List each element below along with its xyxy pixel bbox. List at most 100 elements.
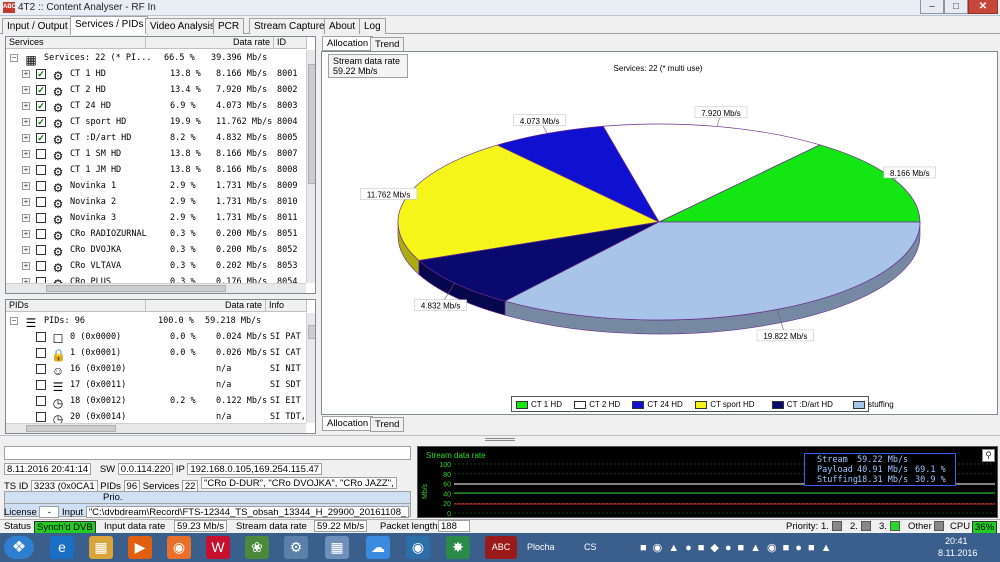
service-checkbox[interactable] xyxy=(36,229,46,239)
expand-icon[interactable]: + xyxy=(22,70,30,78)
expand-icon[interactable]: + xyxy=(22,246,30,254)
expand-icon[interactable]: + xyxy=(22,118,30,126)
pids-root-row[interactable]: − ☰ PIDs: 96 100.0 % 59.218 Mb/s xyxy=(6,313,306,330)
clock-date[interactable]: 8.11.2016 xyxy=(938,548,977,558)
pid-checkbox[interactable] xyxy=(36,412,46,422)
calculator-icon[interactable]: ▦ xyxy=(325,536,349,559)
tray-icons[interactable]: ■◉▲●■◆●■▲◉■●■▲ xyxy=(640,541,920,555)
pids-col-info[interactable]: Info xyxy=(266,300,307,312)
expand-icon[interactable]: + xyxy=(22,134,30,142)
pid-checkbox[interactable] xyxy=(36,396,46,406)
pid-row[interactable]: ◷ 20 (0x0014) n/a SI TDT, xyxy=(6,409,306,423)
collapse-icon[interactable]: − xyxy=(10,317,18,325)
pid-row[interactable]: 🔒 1 (0x0001) 0.0 % 0.026 Mb/s SI CAT xyxy=(6,345,306,362)
tab-pcr[interactable]: PCR xyxy=(213,18,245,34)
expand-icon[interactable]: + xyxy=(22,262,30,270)
service-checkbox[interactable] xyxy=(36,261,46,271)
service-row[interactable]: + ⚙ CRo RADIOZURNAL 0.3 % 0.200 Mb/s 8051 xyxy=(6,226,306,243)
tab-trend-top[interactable]: Trend xyxy=(370,37,405,52)
service-row[interactable]: + ✓ ⚙ CT sport HD 19.9 % 11.762 Mb/s 8004 xyxy=(6,114,306,131)
services-hscroll[interactable] xyxy=(6,283,306,293)
expand-icon[interactable]: + xyxy=(22,166,30,174)
service-row[interactable]: + ⚙ CRo DVOJKA 0.3 % 0.200 Mb/s 8052 xyxy=(6,242,306,259)
pids-col-rate[interactable]: Data rate xyxy=(146,300,266,312)
expand-icon[interactable]: + xyxy=(22,182,30,190)
network-app-icon[interactable]: ✸ xyxy=(446,536,470,559)
language-indicator[interactable]: CS xyxy=(584,542,597,552)
tab-allocation-top[interactable]: Allocation xyxy=(322,36,374,51)
pid-row[interactable]: ☰ 17 (0x0011) n/a SI SDT xyxy=(6,377,306,394)
pid-checkbox[interactable] xyxy=(36,348,46,358)
service-row[interactable]: + ⚙ Novinka 2 2.9 % 1.731 Mb/s 8010 xyxy=(6,194,306,211)
service-checkbox[interactable]: ✓ xyxy=(36,101,46,111)
expand-icon[interactable]: + xyxy=(22,198,30,206)
service-checkbox[interactable]: ✓ xyxy=(36,85,46,95)
clock-time[interactable]: 20:41 xyxy=(945,536,968,546)
service-checkbox[interactable]: ✓ xyxy=(36,117,46,127)
splitter[interactable] xyxy=(0,435,1000,444)
minimize-button[interactable]: – xyxy=(920,0,944,14)
pid-row[interactable]: ☺ 16 (0x0010) n/a SI NIT xyxy=(6,361,306,378)
services-vscroll[interactable] xyxy=(306,50,315,283)
tab-services-pids[interactable]: Services / PIDs xyxy=(70,16,149,35)
maximize-button[interactable]: □ xyxy=(944,0,968,14)
services-col-id[interactable]: ID xyxy=(274,37,307,49)
expand-icon[interactable]: + xyxy=(22,86,30,94)
service-row[interactable]: + ⚙ CRo VLTAVA 0.3 % 0.202 Mb/s 8053 xyxy=(6,258,306,275)
media-player-icon[interactable]: ▶ xyxy=(128,536,152,559)
service-row[interactable]: + ✓ ⚙ CT 2 HD 13.4 % 7.920 Mb/s 8002 xyxy=(6,82,306,99)
expand-icon[interactable]: + xyxy=(22,214,30,222)
pid-checkbox[interactable] xyxy=(36,332,46,342)
close-button[interactable]: ✕ xyxy=(968,0,998,14)
expand-icon[interactable]: + xyxy=(22,102,30,110)
service-checkbox[interactable] xyxy=(36,149,46,159)
tab-input-output[interactable]: Input / Output xyxy=(2,18,73,34)
tab-stream-capture[interactable]: Stream Capture xyxy=(249,18,330,34)
start-button[interactable]: ❖ xyxy=(4,536,34,559)
service-row[interactable]: +⚙CRo PLUS0.3 %0.176 Mb/s8054 xyxy=(6,274,306,283)
firefox-icon[interactable]: ◉ xyxy=(167,536,191,559)
tools-icon[interactable]: ⚙ xyxy=(284,536,308,559)
abc-app-icon[interactable]: ABC xyxy=(485,536,517,559)
tab-video-analysis[interactable]: Video Analysis xyxy=(145,18,220,34)
cloud-icon[interactable]: ☁ xyxy=(366,536,390,559)
tab-trend-bottom[interactable]: Trend xyxy=(370,417,405,432)
paint-icon[interactable]: ❀ xyxy=(245,536,269,559)
service-checkbox[interactable] xyxy=(36,245,46,255)
expand-icon[interactable]: + xyxy=(22,150,30,158)
service-checkbox[interactable]: ✓ xyxy=(36,133,46,143)
pid-checkbox[interactable] xyxy=(36,364,46,374)
services-col-name[interactable]: Services xyxy=(6,37,146,49)
media-icon[interactable]: ◉ xyxy=(406,536,430,559)
pid-checkbox[interactable] xyxy=(36,380,46,390)
services-col-rate[interactable]: Data rate xyxy=(146,37,274,49)
service-checkbox[interactable] xyxy=(36,213,46,223)
pids-col-name[interactable]: PIDs xyxy=(6,300,146,312)
service-checkbox[interactable]: ✓ xyxy=(36,69,46,79)
service-checkbox[interactable] xyxy=(36,181,46,191)
service-checkbox[interactable] xyxy=(36,197,46,207)
plocha-label[interactable]: Plocha xyxy=(527,542,555,552)
pid-row[interactable]: ◷ 18 (0x0012) 0.2 % 0.122 Mb/s SI EIT xyxy=(6,393,306,410)
web-icon[interactable]: W xyxy=(206,536,230,559)
service-row[interactable]: + ⚙ CT 1 SM HD 13.8 % 8.166 Mb/s 8007 xyxy=(6,146,306,163)
tab-log[interactable]: Log xyxy=(359,18,386,34)
ie-icon[interactable]: e xyxy=(50,536,74,559)
services-root-row[interactable]: − ▦ Services: 22 (* PI... 66.5 % 39.396 Mb/s xyxy=(6,50,306,67)
service-row[interactable]: + ⚙ Novinka 3 2.9 % 1.731 Mb/s 8011 xyxy=(6,210,306,227)
expand-icon[interactable]: + xyxy=(22,230,30,238)
service-row[interactable]: + ✓ ⚙ CT :D/art HD 8.2 % 4.832 Mb/s 8005 xyxy=(6,130,306,147)
pids-hscroll[interactable] xyxy=(6,423,306,433)
service-row[interactable]: + ✓ ⚙ CT 1 HD 13.8 % 8.166 Mb/s 8001 xyxy=(6,66,306,83)
tab-allocation-bottom[interactable]: Allocation xyxy=(322,416,374,431)
service-row[interactable]: + ⚙ Novinka 1 2.9 % 1.731 Mb/s 8009 xyxy=(6,178,306,195)
service-checkbox[interactable] xyxy=(36,165,46,175)
collapse-icon[interactable]: − xyxy=(10,54,18,62)
tab-about[interactable]: About xyxy=(324,18,361,34)
service-row[interactable]: + ⚙ CT 1 JM HD 13.8 % 8.166 Mb/s 8008 xyxy=(6,162,306,179)
pid-row[interactable]: ☐ 0 (0x0000) 0.0 % 0.024 Mb/s SI PAT xyxy=(6,329,306,346)
magnifier-icon[interactable]: ⚲ xyxy=(982,449,995,462)
explorer-icon[interactable]: ▦ xyxy=(89,536,113,559)
service-row[interactable]: + ✓ ⚙ CT 24 HD 6.9 % 4.073 Mb/s 8003 xyxy=(6,98,306,115)
pids-vscroll[interactable] xyxy=(306,313,315,423)
